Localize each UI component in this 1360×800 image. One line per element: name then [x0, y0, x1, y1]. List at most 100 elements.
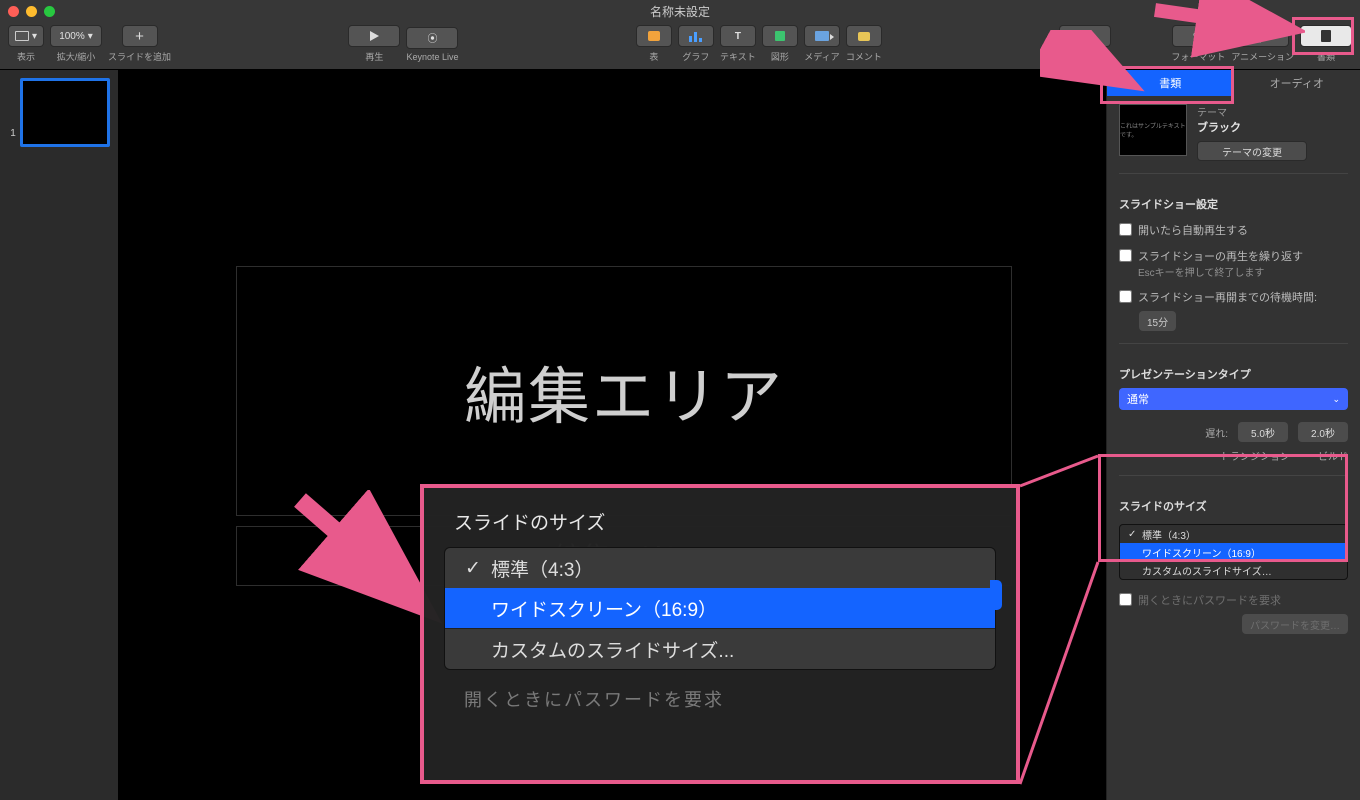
comment-button[interactable]: コメント — [846, 25, 882, 63]
password-require-label: 開くときにパスワードを要求 — [1138, 592, 1281, 608]
table-icon — [648, 31, 660, 41]
option-standard-label: 標準（4:3） — [1142, 527, 1196, 542]
plus-icon: + — [135, 29, 144, 44]
slide-number: 1 — [8, 78, 16, 139]
popup-option-custom[interactable]: カスタムのスライドサイズ... — [445, 629, 995, 669]
inspector: 書類 オーディオ これはサンプルテキストです。 テーマ ブラック テーマの変更 … — [1106, 70, 1360, 800]
idle-value[interactable]: 15分 — [1139, 311, 1176, 331]
window-titlebar: 名称未設定 — [0, 0, 1360, 22]
keynote-live-button[interactable]: ⦿ Keynote Live — [406, 27, 458, 62]
format-label: フォーマット — [1171, 50, 1225, 63]
media-button[interactable]: メディア — [804, 25, 840, 63]
popup-title: スライドのサイズ — [424, 488, 1016, 543]
add-slide-label: スライドを追加 — [108, 50, 171, 63]
close-icon[interactable] — [8, 6, 19, 17]
slide-size-dropdown[interactable]: ✓標準（4:3） ワイドスクリーン（16:9） カスタムのスライドサイズ… — [1119, 524, 1348, 580]
view-button[interactable]: ▾ 表示 — [8, 25, 44, 63]
theme-label: テーマ — [1197, 104, 1348, 119]
transition-delay[interactable]: 5.0秒 — [1238, 422, 1288, 442]
zoom-label: 拡大/縮小 — [57, 50, 96, 63]
loop-label: スライドショーの再生を繰り返す — [1138, 251, 1303, 263]
slide-size-option-custom[interactable]: カスタムのスライドサイズ… — [1120, 561, 1347, 579]
collab-icon — [1079, 30, 1091, 42]
view-icon — [15, 31, 29, 41]
brush-icon — [1192, 30, 1204, 42]
shape-label: 図形 — [771, 50, 789, 63]
document-button[interactable]: 書類 — [1300, 25, 1352, 63]
chart-label: グラフ — [682, 50, 709, 63]
slide-size-popup: スライドのサイズ ✓標準（4:3） ワイドスクリーン（16:9） カスタムのスラ… — [420, 484, 1020, 784]
slide-navigator: 1 — [0, 70, 118, 800]
option-custom-label: カスタムのスライドサイズ… — [1142, 563, 1272, 578]
zoom-button[interactable]: 100%▾ 拡大/縮小 — [50, 25, 102, 63]
option-wide-label: ワイドスクリーン（16:9） — [1142, 545, 1261, 560]
popup-dropdown[interactable]: ✓標準（4:3） ワイドスクリーン（16:9） カスタムのスライドサイズ... — [444, 547, 996, 670]
animation-button[interactable]: アニメーション — [1231, 25, 1294, 63]
title-textbox[interactable]: 編集エリア — [236, 266, 1012, 516]
shape-icon — [775, 31, 785, 41]
play-button[interactable]: 再生 — [348, 25, 400, 63]
play-icon — [370, 31, 379, 41]
animation-icon — [1257, 30, 1269, 42]
text-button[interactable]: T テキスト — [720, 25, 756, 63]
document-label: 書類 — [1317, 50, 1335, 63]
text-label: テキスト — [720, 50, 756, 63]
popup-under-text: 開くときにパスワードを要求 — [424, 674, 1016, 724]
password-require-checkbox[interactable]: 開くときにパスワードを要求 — [1119, 592, 1348, 608]
media-label: メディア — [804, 50, 839, 63]
collab-label: 共同制作 — [1067, 50, 1103, 63]
table-label: 表 — [649, 50, 658, 63]
auto-play-label: 開いたら自動再生する — [1138, 222, 1248, 238]
format-button[interactable]: フォーマット — [1171, 25, 1225, 63]
popup-option-wide[interactable]: ワイドスクリーン（16:9） — [445, 588, 995, 628]
theme-thumbnail: これはサンプルテキストです。 — [1119, 104, 1187, 156]
minimize-icon[interactable] — [26, 6, 37, 17]
text-icon: T — [735, 31, 741, 42]
chart-icon — [689, 30, 702, 42]
build-label: ビルド — [1318, 448, 1348, 463]
chart-button[interactable]: グラフ — [678, 25, 714, 63]
build-delay[interactable]: 2.0秒 — [1298, 422, 1348, 442]
chevron-updown-icon: ⌄ — [1332, 394, 1340, 405]
animation-label: アニメーション — [1231, 50, 1294, 63]
transition-label: トランジション — [1220, 448, 1290, 463]
tab-audio[interactable]: オーディオ — [1234, 70, 1360, 96]
change-password-button[interactable]: パスワードを変更… — [1242, 614, 1348, 634]
inspector-tabs: 書類 オーディオ — [1107, 70, 1360, 96]
select-handle-icon — [990, 580, 1002, 610]
popup-custom-label: カスタムのスライドサイズ... — [491, 636, 734, 663]
add-slide-button[interactable]: + スライドを追加 — [108, 25, 171, 63]
zoom-value: 100% — [59, 31, 85, 42]
play-label: 再生 — [365, 50, 383, 63]
comment-icon — [858, 32, 870, 41]
presentation-type-select[interactable]: 通常 ⌄ — [1119, 388, 1348, 410]
popup-wide-label: ワイドスクリーン（16:9） — [491, 595, 717, 622]
popup-standard-label: 標準（4:3） — [491, 555, 593, 582]
auto-play-checkbox[interactable]: 開いたら自動再生する — [1119, 222, 1348, 238]
slide-size-option-wide[interactable]: ワイドスクリーン（16:9） — [1120, 543, 1347, 561]
traffic-lights — [8, 6, 55, 17]
loop-sublabel: Escキーを押して終了します — [1138, 264, 1303, 279]
view-label: 表示 — [17, 50, 35, 63]
delay-label: 遅れ: — [1205, 425, 1228, 440]
slide-size-title: スライドのサイズ — [1119, 498, 1348, 514]
tab-document[interactable]: 書類 — [1107, 70, 1234, 96]
idle-label: スライドショー再開までの待機時間: — [1138, 289, 1317, 305]
zoom-icon[interactable] — [44, 6, 55, 17]
comment-label: コメント — [846, 50, 882, 63]
title-text: 編集エリア — [464, 346, 784, 436]
theme-thumb-text: これはサンプルテキストです。 — [1120, 121, 1186, 139]
presentation-type-value: 通常 — [1127, 391, 1149, 407]
collab-button[interactable]: 共同制作 — [1059, 25, 1111, 63]
idle-restart-checkbox[interactable]: スライドショー再開までの待機時間: — [1119, 289, 1348, 305]
popup-option-standard[interactable]: ✓標準（4:3） — [445, 548, 995, 588]
slide-thumbnail[interactable] — [20, 78, 110, 147]
loop-checkbox[interactable]: スライドショーの再生を繰り返すEscキーを押して終了します — [1119, 248, 1348, 279]
change-theme-button[interactable]: テーマの変更 — [1197, 141, 1307, 161]
table-button[interactable]: 表 — [636, 25, 672, 63]
live-icon: ⦿ — [427, 30, 437, 45]
slide-thumb-row[interactable]: 1 — [8, 78, 110, 147]
keynote-live-label: Keynote Live — [406, 52, 458, 62]
shape-button[interactable]: 図形 — [762, 25, 798, 63]
slide-size-option-standard[interactable]: ✓標準（4:3） — [1120, 525, 1347, 543]
